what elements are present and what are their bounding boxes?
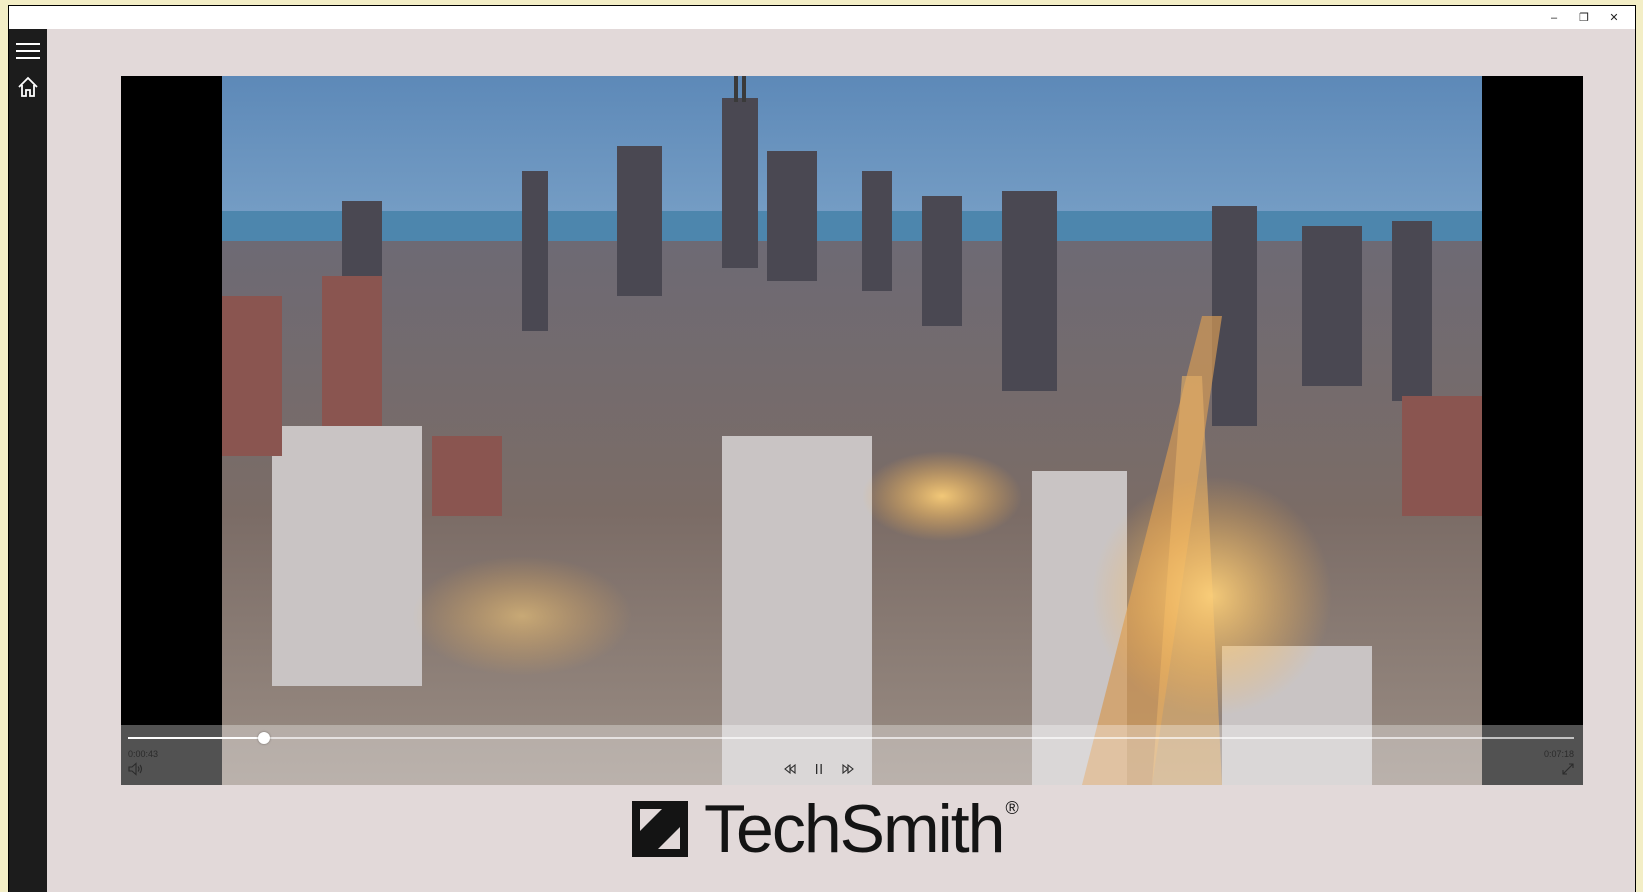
- video-player[interactable]: 0:00:43 0:07:18: [121, 76, 1583, 785]
- total-time: 0:07:18: [1543, 749, 1574, 759]
- techsmith-logo: [632, 801, 688, 857]
- hamburger-menu-icon: [16, 43, 40, 59]
- home-icon: [18, 76, 38, 97]
- current-time: 0:00:43: [128, 749, 159, 759]
- brand-name: TechSmith: [704, 791, 1005, 867]
- rewind-icon: [784, 763, 796, 775]
- fast-forward-button[interactable]: [839, 760, 857, 778]
- restore-button[interactable]: ❐: [1569, 6, 1599, 29]
- sidebar: [9, 29, 47, 892]
- minimize-button[interactable]: –: [1539, 6, 1569, 29]
- pause-icon: [816, 764, 822, 774]
- video-frame-city-skyline[interactable]: [222, 76, 1482, 785]
- main-content: 0:00:43 0:07:18 TechSmith ®: [47, 29, 1635, 892]
- title-bar: – ❐ ✕: [9, 6, 1635, 29]
- home-button[interactable]: [9, 71, 47, 103]
- playback-controls: 0:00:43 0:07:18: [121, 725, 1583, 785]
- seek-bar-progress: [128, 737, 264, 739]
- volume-button[interactable]: [127, 760, 145, 778]
- hamburger-menu-button[interactable]: [9, 35, 47, 67]
- window-controls: – ❐ ✕: [1539, 6, 1629, 29]
- techsmith-brand: TechSmith ®: [632, 794, 1102, 864]
- close-button[interactable]: ✕: [1599, 6, 1629, 29]
- fullscreen-button[interactable]: [1559, 760, 1577, 778]
- fast-forward-icon: [842, 763, 854, 775]
- volume-icon: [128, 762, 143, 776]
- app-window: – ❐ ✕ 0:00:43 0:07:18 TechSmith ®: [8, 5, 1636, 892]
- pause-button[interactable]: [810, 760, 828, 778]
- rewind-button[interactable]: [781, 760, 799, 778]
- fullscreen-icon: [1562, 763, 1574, 775]
- registered-mark: ®: [1005, 798, 1019, 818]
- seek-bar[interactable]: [128, 732, 1574, 744]
- seek-bar-thumb[interactable]: [257, 732, 270, 744]
- city-skyline-image: [222, 76, 1482, 785]
